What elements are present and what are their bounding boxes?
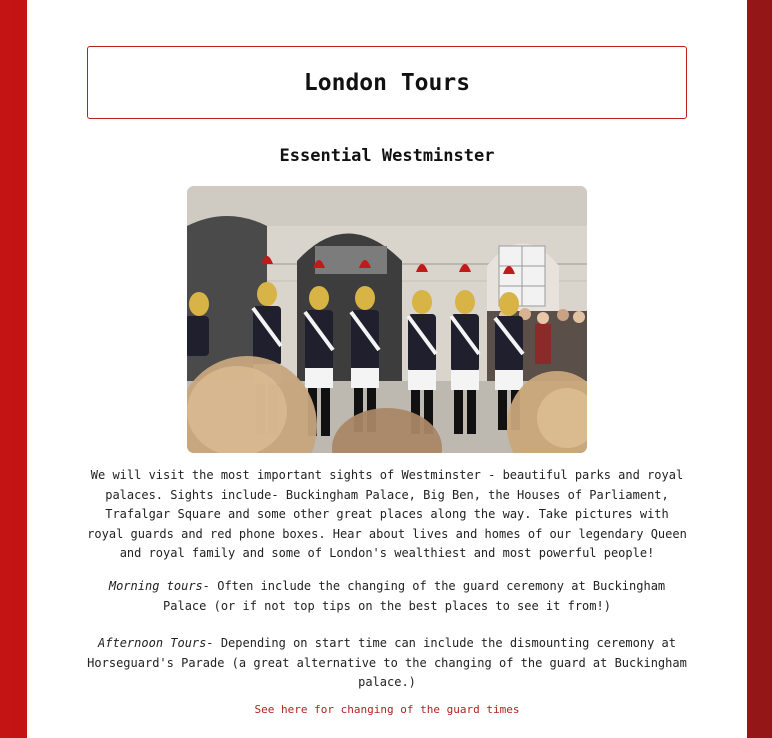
morning-tours-label: Morning tours-	[108, 579, 210, 593]
afternoon-tours-label: Afternoon Tours-	[98, 636, 214, 650]
tour-photo	[187, 186, 587, 453]
morning-tours-paragraph: Morning tours- Often include the changin…	[85, 577, 689, 616]
afternoon-tours-paragraph: Afternoon Tours- Depending on start time…	[85, 634, 689, 693]
tour-intro: We will visit the most important sights …	[87, 468, 687, 560]
tour-heading: Essential Westminster	[279, 146, 495, 166]
morning-tours-text: Often include the changing of the guard …	[163, 579, 666, 613]
site-header: London Tours	[87, 46, 687, 119]
site-title: London Tours	[303, 69, 471, 96]
page-content: London Tours Essential Westminster We wi…	[27, 0, 747, 738]
guard-times-link[interactable]: See here for changing of the guard times	[27, 703, 747, 716]
